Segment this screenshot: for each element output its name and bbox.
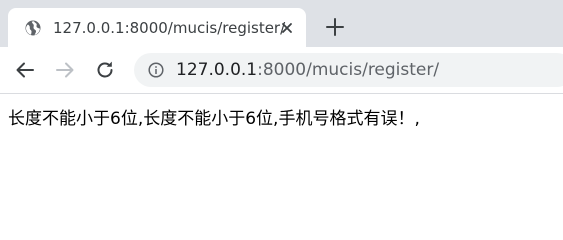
back-button[interactable] xyxy=(13,58,37,82)
browser-tab[interactable]: 127.0.0.1:8000/mucis/register/ xyxy=(8,8,306,47)
forward-button[interactable] xyxy=(53,58,77,82)
tab-title: 127.0.0.1:8000/mucis/register/ xyxy=(53,19,286,37)
url-text[interactable]: 127.0.0.1:8000/mucis/register/ xyxy=(176,59,439,81)
url-host: 127.0.0.1 xyxy=(176,60,258,80)
reload-button[interactable] xyxy=(93,58,117,82)
reload-icon xyxy=(97,61,113,78)
forward-arrow-icon xyxy=(56,62,74,78)
globe-icon xyxy=(25,20,41,36)
back-arrow-icon xyxy=(16,62,34,78)
browser-toolbar: 127.0.0.1:8000/mucis/register/ xyxy=(0,47,563,94)
url-path: :8000/mucis/register/ xyxy=(257,60,440,80)
tab-strip: 127.0.0.1:8000/mucis/register/ xyxy=(0,0,563,47)
plus-icon xyxy=(326,18,344,36)
error-message: 长度不能小于6位,长度不能小于6位,手机号格式有误！, xyxy=(8,109,420,129)
info-icon[interactable] xyxy=(148,62,164,78)
address-bar[interactable]: 127.0.0.1:8000/mucis/register/ xyxy=(134,53,563,87)
close-icon[interactable] xyxy=(278,19,296,37)
new-tab-button[interactable] xyxy=(323,15,347,39)
